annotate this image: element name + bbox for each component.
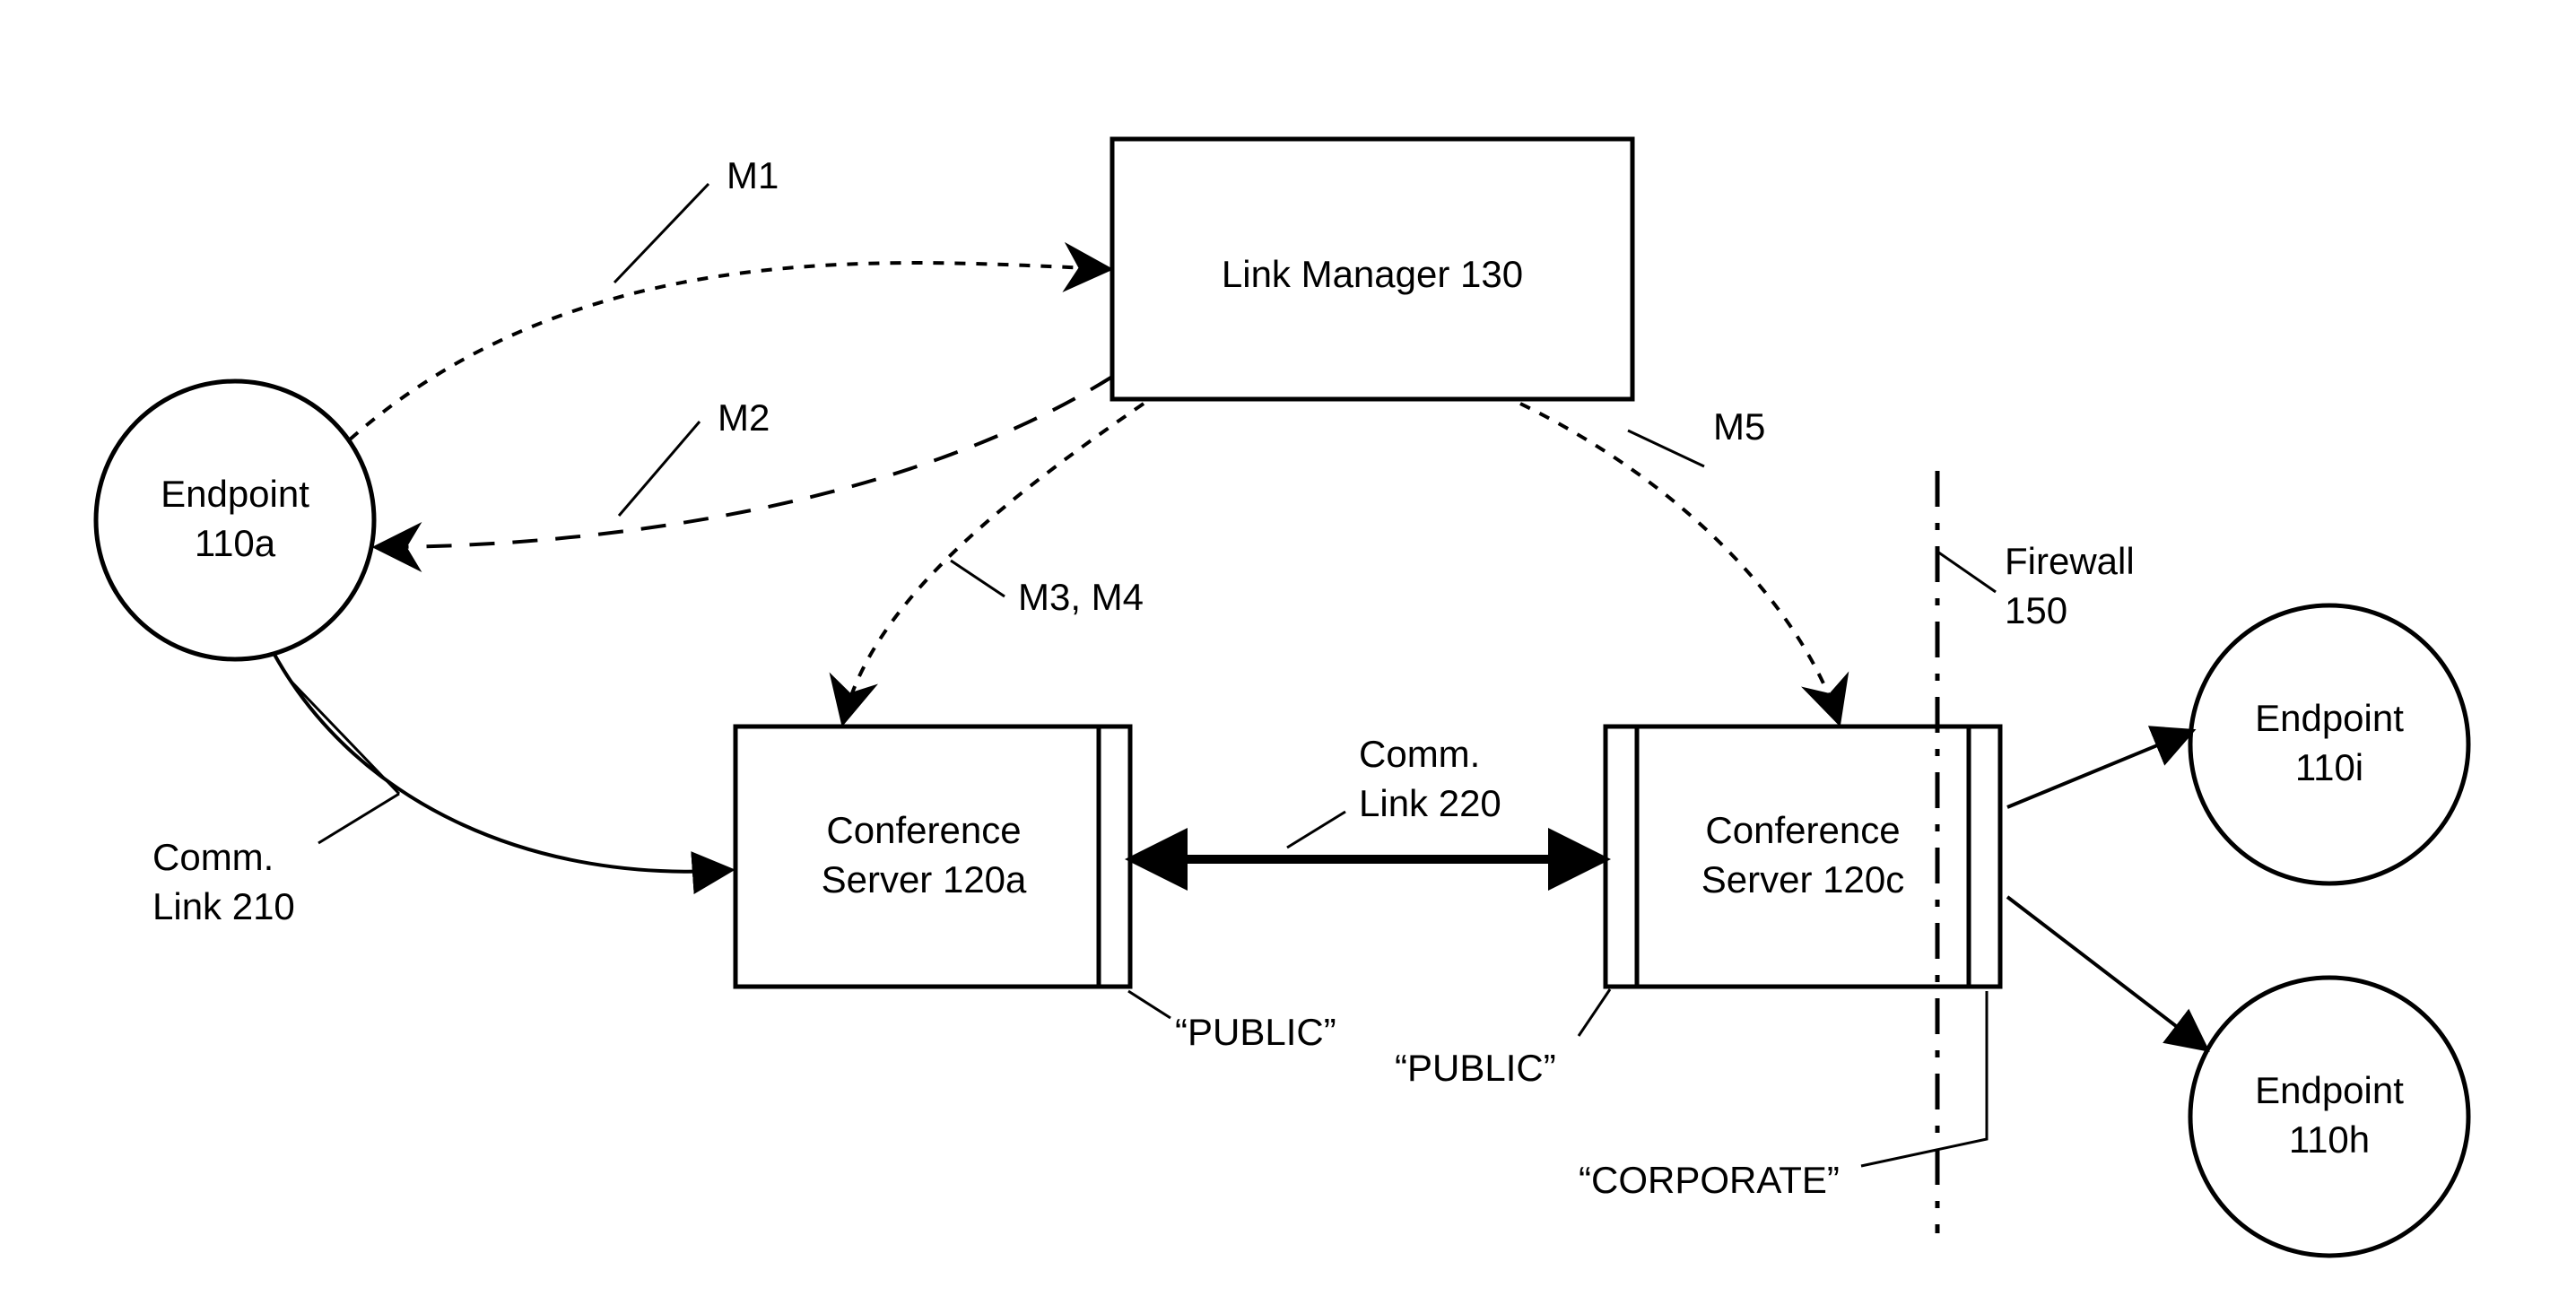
label-firewall-l2: 150 [2005, 589, 2067, 631]
label-comm-220-l1: Comm. [1359, 733, 1480, 775]
label-public-c: “PUBLIC” [1395, 1047, 1556, 1089]
node-server-120a-l1: Conference [826, 809, 1021, 851]
node-server-120a: Conference Server 120a [735, 726, 1130, 987]
callout-m2 [619, 422, 700, 516]
edge-m5 [1520, 404, 1839, 722]
node-endpoint-110i: Endpoint 110i [2190, 605, 2468, 883]
node-endpoint-110h-l1: Endpoint [2255, 1069, 2404, 1111]
callout-m34 [951, 561, 1005, 596]
diagram-canvas: Link Manager 130 Endpoint 110a Endpoint … [0, 0, 2576, 1305]
node-endpoint-110a-l2: 110a [195, 522, 276, 564]
label-m1: M1 [727, 154, 779, 196]
callout-public-c [1579, 989, 1610, 1036]
label-comm-210-l1: Comm. [152, 836, 274, 878]
label-comm-220-l2: Link 220 [1359, 782, 1501, 824]
server-120c-public-port [1606, 726, 1637, 987]
edge-server-120c-to-110h [2007, 897, 2206, 1049]
node-endpoint-110h: Endpoint 110h [2190, 978, 2468, 1256]
node-endpoint-110i-l2: 110i [2295, 746, 2363, 788]
edge-m3-m4 [843, 404, 1144, 722]
node-server-120c-l1: Conference [1705, 809, 1900, 851]
node-server-120a-l2: Server 120a [822, 858, 1027, 900]
callout-firewall [1937, 552, 1996, 592]
callout-m1 [614, 184, 709, 283]
node-server-120c: Conference Server 120c [1606, 726, 2000, 987]
node-endpoint-110a: Endpoint 110a [96, 381, 374, 659]
label-public-a: “PUBLIC” [1175, 1011, 1336, 1053]
callout-public-a [1128, 991, 1171, 1018]
server-120c-corporate-port [1969, 726, 2000, 987]
callout-comm-220 [1287, 812, 1345, 848]
edge-server-120c-to-110i [2007, 731, 2192, 807]
callout-m5 [1628, 431, 1704, 466]
label-m5: M5 [1713, 405, 1765, 448]
callout-corporate [1861, 991, 1987, 1166]
node-link-manager-label: Link Manager 130 [1222, 253, 1523, 295]
label-comm-210-l2: Link 210 [152, 885, 295, 927]
node-endpoint-110h-l2: 110h [2289, 1118, 2370, 1161]
edge-comm-link-210 [274, 653, 731, 872]
callout-comm-210 [292, 682, 399, 794]
label-m2: M2 [718, 396, 770, 439]
label-corporate: “CORPORATE” [1579, 1159, 1840, 1201]
node-endpoint-110i-l1: Endpoint [2255, 697, 2404, 739]
label-firewall-l1: Firewall [2005, 540, 2135, 582]
node-endpoint-110a-l1: Endpoint [161, 473, 309, 515]
callout-comm-210b [318, 794, 399, 843]
node-server-120c-l2: Server 120c [1701, 858, 1904, 900]
label-m34: M3, M4 [1018, 576, 1144, 618]
node-link-manager: Link Manager 130 [1112, 139, 1632, 399]
server-120a-public-port [1099, 726, 1130, 987]
